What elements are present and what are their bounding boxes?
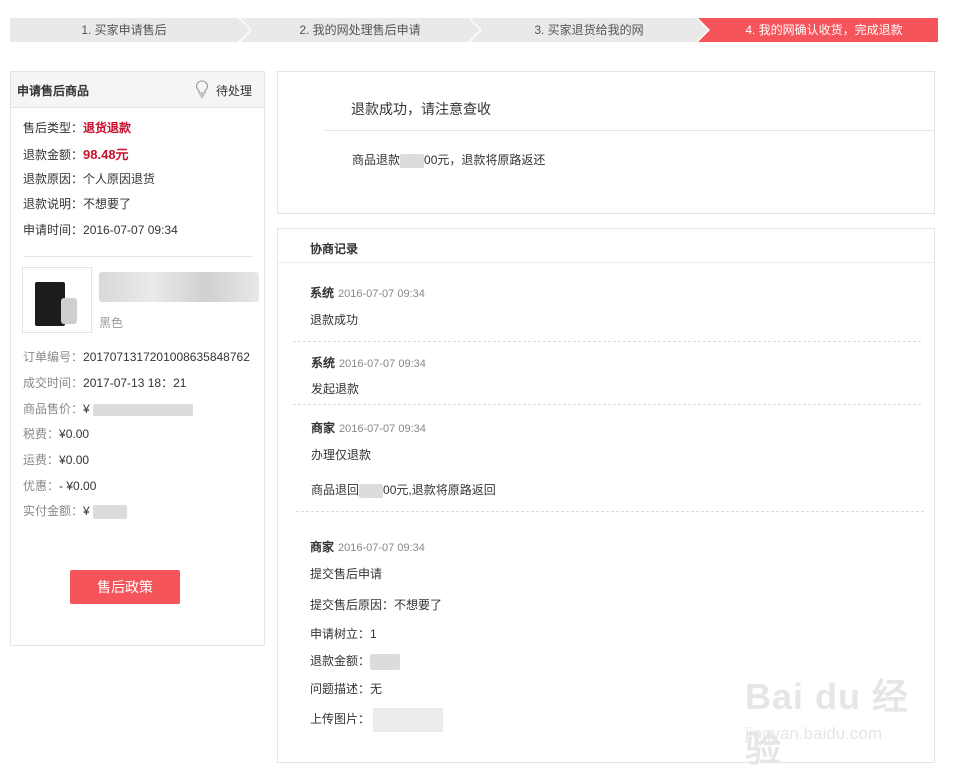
record-separator: [293, 404, 921, 405]
record-separator: [293, 341, 921, 342]
refund-status-title: 退款成功，请注意查收: [351, 101, 491, 117]
records-header: 协商记录: [278, 229, 934, 263]
lightbulb-icon: [195, 80, 209, 98]
paid-amount: 实付金额：¥: [23, 502, 128, 519]
record-4-line-2: 提交售后原因：不想要了: [310, 598, 443, 612]
step-3: 3. 买家退货给我的网: [470, 18, 710, 42]
tax: 税费：¥0.00: [23, 427, 90, 441]
divider: [324, 130, 934, 131]
record-2-author: 系统 2016-07-07 09:34: [311, 356, 426, 370]
order-number-value: 20170713172010086358487​62: [83, 350, 250, 364]
step-2: 2. 我的网处理售后申请: [240, 18, 482, 42]
product-name-blurred[interactable]: [99, 272, 259, 302]
record-3-author: 商家 2016-07-07 09:34: [311, 421, 426, 435]
records-title: 协商记录: [310, 242, 359, 256]
panel-header: 申请售后商品 待处理: [11, 72, 264, 108]
record-4-line-3: 申请树立：1: [310, 627, 377, 641]
product-price: 商品售价：¥: [23, 400, 194, 417]
price-blurred: [93, 403, 194, 416]
refund-note: 退款说明：不想要了: [23, 197, 132, 211]
order-number: 订单编号：20170713172010086358487​62: [23, 350, 250, 364]
panel-title: 申请售后商品: [17, 84, 90, 98]
record-4-line-5: 问题描述：无: [310, 682, 383, 696]
record-4-time: 2016-07-07 09:34: [338, 542, 425, 554]
record-3-refund: 商品退回 00元,退款将原路返回: [311, 483, 496, 498]
after-sale-policy-button[interactable]: 售后政策: [70, 570, 180, 604]
refund-blurred: [359, 483, 384, 498]
step-4-active: 4. 我的网确认收货，完成退款: [698, 18, 938, 42]
refund-status-message: 商品退款 00元，退款将原路返还: [352, 153, 546, 168]
record-1-author: 系统 2016-07-07 09:34: [310, 286, 425, 300]
status-badge: 待处理: [215, 84, 252, 98]
refund-amount-blurred: [400, 153, 425, 168]
after-sale-product-panel: 申请售后商品 待处理 售后类型：退货退款 退款金额：98.48元 退款原因：个人…: [10, 71, 265, 646]
paid-blurred: [93, 504, 128, 519]
divider: [23, 256, 253, 257]
deal-time: 成交时间：2017-07-13 18：21: [23, 376, 187, 390]
discount: 优惠：- ¥0.00: [23, 479, 97, 493]
refund-status-panel: 退款成功，请注意查收 商品退款 00元，退款将原路返还: [277, 71, 935, 214]
refund-amount: 退款金额：98.48元: [23, 147, 129, 162]
progress-steps: 1. 买家申请售后 2. 我的网处理售后申请 3. 买家退货给我的网 4. 我的…: [10, 18, 938, 42]
record-1-line: 退款成功: [310, 313, 359, 327]
step-3-label: 3. 买家退货给我的网: [534, 23, 644, 37]
record-4-author: 商家 2016-07-07 09:34: [310, 540, 425, 554]
record-4-line-4: 退款金额：: [310, 652, 401, 670]
after-sale-type-value: 退货退款: [83, 121, 132, 135]
step-2-label: 2. 我的网处理售后申请: [299, 23, 421, 37]
refund-reason: 退款原因：个人原因退货: [23, 172, 156, 186]
baidu-jingyan-watermark: Bai du 经验 jingyan.baidu.com: [745, 668, 925, 769]
refund-amount-blurred: [370, 653, 401, 670]
record-2-time: 2016-07-07 09:34: [339, 358, 426, 370]
step-4-label: 4. 我的网确认收货，完成退款: [745, 23, 903, 37]
refund-amount-value: 98.48元: [83, 147, 129, 162]
product-thumbnail[interactable]: [22, 267, 92, 333]
record-3-time: 2016-07-07 09:34: [339, 423, 426, 435]
record-separator: [296, 511, 924, 512]
record-3-line: 办理仅退款: [311, 448, 372, 462]
record-4-line-1: 提交售后申请: [310, 567, 383, 581]
watermark-url: jingyan.baidu.com: [745, 724, 883, 743]
product-color: 黑色: [99, 316, 124, 330]
uploaded-image-thumbnail[interactable]: [373, 708, 444, 732]
record-4-line-6: 上传图片：: [310, 708, 444, 732]
shipping: 运费：¥0.00: [23, 453, 90, 467]
watermark-logo: Bai du 经验: [745, 676, 910, 769]
after-sale-type: 售后类型：退货退款: [23, 121, 132, 135]
step-1-label: 1. 买家申请售后: [81, 23, 167, 37]
apply-time: 申请时间：2016-07-07 09:34: [23, 223, 178, 237]
record-2-line: 发起退款: [311, 382, 360, 396]
step-1: 1. 买家申请售后: [10, 18, 252, 42]
record-1-time: 2016-07-07 09:34: [338, 288, 425, 300]
